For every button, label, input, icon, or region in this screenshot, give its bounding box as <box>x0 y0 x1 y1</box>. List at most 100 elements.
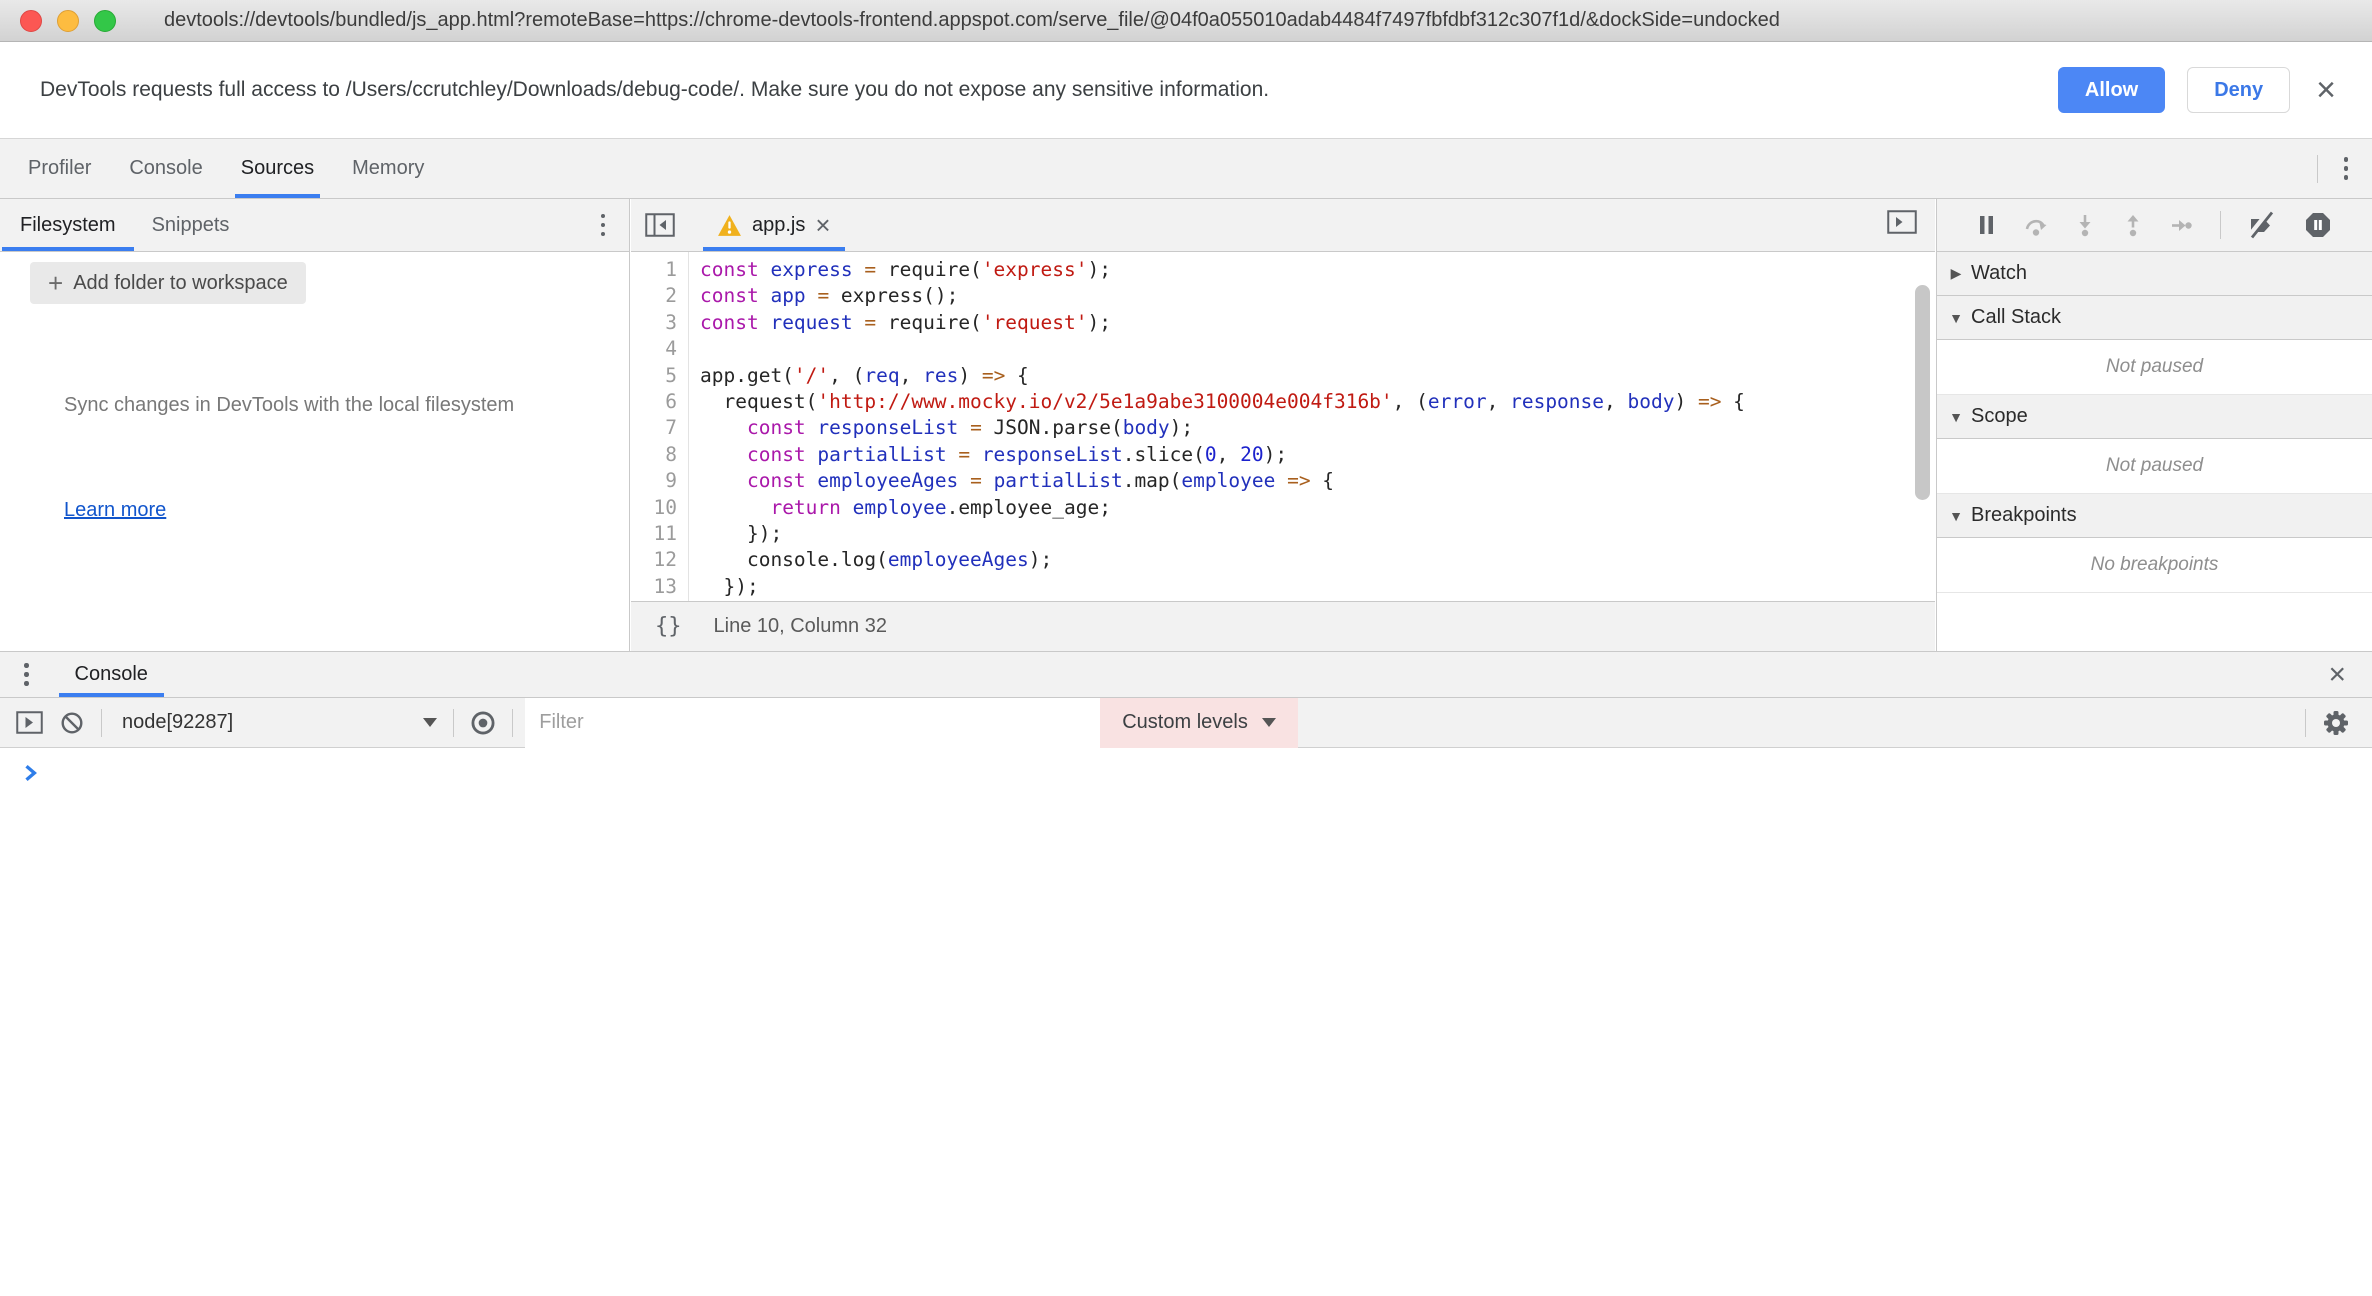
navigator-kebab-icon[interactable] <box>593 206 614 245</box>
pretty-print-icon[interactable]: {} <box>655 614 682 639</box>
pause-icon[interactable] <box>1977 214 1996 236</box>
section-label: Scope <box>1971 405 2028 428</box>
line-number[interactable]: 9 <box>631 468 688 494</box>
line-number[interactable]: 5 <box>631 363 688 389</box>
deny-button[interactable]: Deny <box>2187 67 2290 113</box>
code-text: app.get('/', (req, res) => { <box>688 363 1029 389</box>
close-tab-icon[interactable]: × <box>815 212 830 238</box>
drawer-tab-console[interactable]: Console <box>59 652 164 697</box>
allow-button[interactable]: Allow <box>2058 67 2165 113</box>
settings-gear-icon[interactable] <box>2322 709 2350 737</box>
add-folder-button[interactable]: + Add folder to workspace <box>30 262 306 304</box>
file-tab-appjs[interactable]: app.js × <box>703 199 845 251</box>
execution-context-selector[interactable]: node[92287] <box>122 711 437 734</box>
custom-levels-dropdown[interactable]: Custom levels <box>1100 698 1298 748</box>
main-tabbar-separator <box>2317 155 2318 183</box>
line-number[interactable]: 7 <box>631 415 688 441</box>
section-label: Breakpoints <box>1971 504 2077 527</box>
live-expression-eye-icon[interactable] <box>470 710 496 736</box>
filter-input[interactable] <box>525 698 1100 748</box>
main-tabbar: Profiler Console Sources Memory <box>0 139 2372 199</box>
editor-scrollbar[interactable] <box>1915 285 1930 500</box>
code-line-8: 8 const partialList = responseList.slice… <box>631 442 1935 468</box>
code-text: }); <box>688 574 759 600</box>
editor-statusbar: {} Line 10, Column 32 <box>631 601 1935 651</box>
sync-message: Sync changes in DevTools with the local … <box>64 389 544 422</box>
code-text: request('http://www.mocky.io/v2/5e1a9abe… <box>688 389 1745 415</box>
tab-sources[interactable]: Sources <box>241 139 314 198</box>
chevron-down-icon <box>1262 718 1276 727</box>
tab-console[interactable]: Console <box>129 139 202 198</box>
code-line-5: 5app.get('/', (req, res) => { <box>631 363 1935 389</box>
code-editor[interactable]: 1const express = require('express');2con… <box>631 252 1935 601</box>
line-number[interactable]: 8 <box>631 442 688 468</box>
line-number[interactable]: 10 <box>631 495 688 521</box>
console-drawer: Console × node[92287] <box>0 651 2372 1296</box>
tab-filesystem[interactable]: Filesystem <box>2 199 134 251</box>
infobar-close-icon[interactable]: × <box>2316 73 2336 107</box>
window-title-url: devtools://devtools/bundled/js_app.html?… <box>164 9 1780 32</box>
step-out-icon[interactable] <box>2123 214 2143 237</box>
main-menu-kebab-icon[interactable] <box>2336 149 2357 188</box>
line-number[interactable]: 1 <box>631 257 688 283</box>
section-header-watch[interactable]: ▶Watch <box>1937 252 2372 296</box>
line-number[interactable]: 12 <box>631 547 688 573</box>
editor-panel: app.js × 1const express = require('expre… <box>631 199 1935 651</box>
debugger-toolbar-separator <box>2220 211 2221 239</box>
section-placeholder-text: No breakpoints <box>2091 554 2219 576</box>
code-text: const responseList = JSON.parse(body); <box>688 415 1193 441</box>
line-number[interactable]: 3 <box>631 310 688 336</box>
section-header-breakpoints[interactable]: ▼Breakpoints <box>1937 494 2372 538</box>
line-number[interactable]: 4 <box>631 336 688 362</box>
warning-icon <box>717 214 742 237</box>
code-line-12: 12 console.log(employeeAges); <box>631 547 1935 573</box>
code-line-1: 1const express = require('express'); <box>631 257 1935 283</box>
code-text: const app = express(); <box>688 283 958 309</box>
step-over-icon[interactable] <box>2024 215 2048 236</box>
line-number[interactable]: 2 <box>631 283 688 309</box>
clear-console-icon[interactable] <box>59 710 85 736</box>
console-toolbar: node[92287] Custom levels <box>0 698 2372 748</box>
step-icon[interactable] <box>2171 216 2192 235</box>
console-prompt[interactable] <box>0 748 2372 1296</box>
code-text: const request = require('request'); <box>688 310 1111 336</box>
code-text: return employee.employee_age; <box>688 495 1111 521</box>
cursor-position: Line 10, Column 32 <box>714 615 887 638</box>
step-into-icon[interactable] <box>2075 214 2095 237</box>
debugger-toolbar <box>1937 199 2372 252</box>
zoom-window-button[interactable] <box>94 10 116 32</box>
drawer-kebab-icon[interactable] <box>16 655 37 694</box>
section-label: Call Stack <box>1971 306 2061 329</box>
tab-snippets[interactable]: Snippets <box>134 199 248 251</box>
pause-on-exceptions-icon[interactable] <box>2304 211 2332 239</box>
drawer-close-icon[interactable]: × <box>2328 660 2346 690</box>
infobar: DevTools requests full access to /Users/… <box>0 42 2372 139</box>
deactivate-breakpoints-icon[interactable] <box>2248 211 2276 239</box>
debugger-sidebar-toggle-icon[interactable] <box>1887 210 1917 234</box>
tab-memory[interactable]: Memory <box>352 139 424 198</box>
console-sidebar-toggle-icon[interactable] <box>16 711 43 734</box>
editor-tabbar: app.js × <box>631 199 1935 252</box>
section-header-call-stack[interactable]: ▼Call Stack <box>1937 296 2372 340</box>
code-text: const express = require('express'); <box>688 257 1111 283</box>
traffic-lights <box>20 10 116 32</box>
execution-context-label: node[92287] <box>122 711 233 734</box>
close-window-button[interactable] <box>20 10 42 32</box>
chevron-down-icon: ▼ <box>1941 508 1971 524</box>
line-number[interactable]: 11 <box>631 521 688 547</box>
console-toolbar-separator-2 <box>453 709 454 737</box>
learn-more-link[interactable]: Learn more <box>64 499 166 522</box>
chevron-down-icon <box>423 718 437 727</box>
minimize-window-button[interactable] <box>57 10 79 32</box>
line-number[interactable]: 13 <box>631 574 688 600</box>
tab-profiler[interactable]: Profiler <box>28 139 91 198</box>
section-placeholder-text: Not paused <box>2106 455 2203 477</box>
drawer-tab-label: Console <box>75 663 148 686</box>
titlebar: devtools://devtools/bundled/js_app.html?… <box>0 0 2372 42</box>
add-folder-label: Add folder to workspace <box>73 272 288 295</box>
navigator-toggle-icon[interactable] <box>645 213 675 237</box>
debugger-sections: ▶Watch▼Call StackNot paused▼ScopeNot pau… <box>1937 252 2372 651</box>
code-line-9: 9 const employeeAges = partialList.map(e… <box>631 468 1935 494</box>
line-number[interactable]: 6 <box>631 389 688 415</box>
section-header-scope[interactable]: ▼Scope <box>1937 395 2372 439</box>
